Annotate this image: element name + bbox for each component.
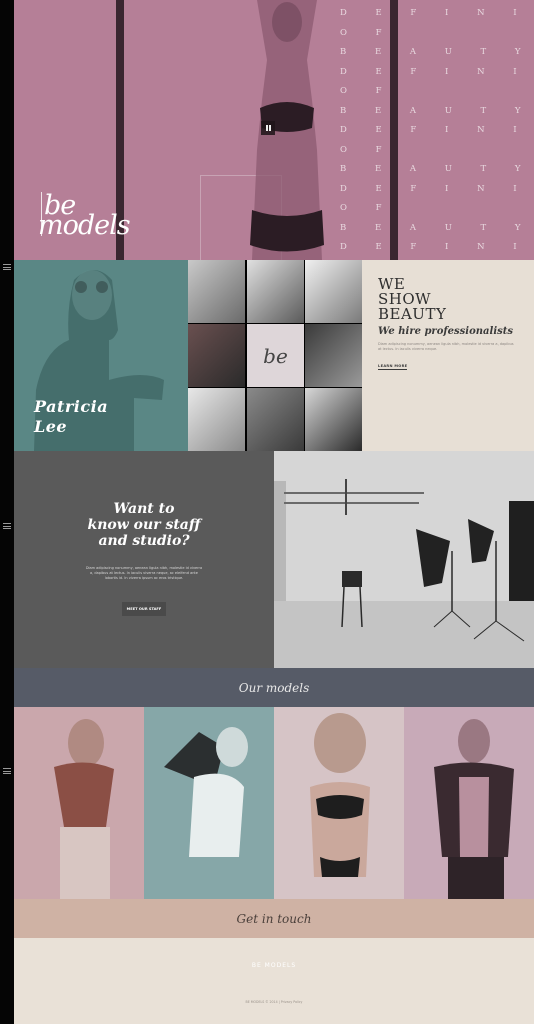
staff-title-line-3: and studio? bbox=[98, 533, 190, 549]
learn-more-link[interactable]: LEARN MORE bbox=[378, 364, 408, 370]
model-thumbnail[interactable] bbox=[305, 388, 362, 451]
brand-tile: be bbox=[247, 324, 304, 387]
staff-section: Want to know our staff and studio? Diam … bbox=[14, 451, 274, 668]
intro-subtitle: We hire professionalists bbox=[378, 326, 513, 337]
staff-title-line-1: Want to bbox=[113, 501, 175, 517]
beauty-text-row: B E A U T Y bbox=[340, 47, 534, 57]
model-photo bbox=[310, 713, 370, 877]
intro-text: Diam adipiscing nonummy, aenean ligula n… bbox=[378, 342, 514, 351]
beauty-text-row: O F bbox=[340, 203, 395, 213]
model-card[interactable] bbox=[144, 707, 274, 899]
side-menu-bar bbox=[0, 0, 14, 1024]
intro-title: WE SHOW BEAUTY bbox=[378, 277, 518, 322]
beauty-text-row: D E F I N I T I O N bbox=[340, 66, 534, 77]
logo-line-2: models bbox=[38, 210, 131, 241]
model-thumbnail[interactable] bbox=[247, 260, 304, 323]
menu-icon[interactable] bbox=[3, 264, 11, 270]
studio-photo bbox=[274, 451, 534, 668]
pause-button[interactable] bbox=[261, 121, 275, 135]
beauty-text-row: D E F I N I T I O N bbox=[340, 242, 534, 252]
meet-our-staff-button[interactable]: MEET OUR STAFF bbox=[122, 602, 166, 616]
hero-model-photo bbox=[250, 0, 324, 260]
menu-icon[interactable] bbox=[3, 523, 11, 529]
model-photo bbox=[434, 719, 514, 899]
beauty-text-row: B E A U T Y bbox=[340, 164, 534, 174]
model-thumbnail[interactable] bbox=[188, 260, 245, 323]
model-thumbnail[interactable] bbox=[305, 260, 362, 323]
title-line-3: BEAUTY bbox=[378, 305, 447, 323]
model-card[interactable] bbox=[274, 707, 404, 899]
site-logo[interactable]: be models bbox=[38, 192, 131, 241]
model-card[interactable] bbox=[14, 707, 144, 899]
hero-section: D E F I N I T I O N O F B E A U T Y D E F I… bbox=[14, 0, 534, 261]
model-photo bbox=[164, 727, 248, 857]
model-thumbnail[interactable] bbox=[305, 324, 362, 387]
featured-model[interactable]: Patricia Lee bbox=[14, 260, 188, 451]
beauty-text-row: O F bbox=[340, 86, 395, 96]
model-thumbnail[interactable] bbox=[188, 324, 245, 387]
model-thumbnail[interactable] bbox=[188, 388, 245, 451]
beauty-text-row: D E F I N I T I O N bbox=[340, 8, 534, 18]
beauty-text-row: O F bbox=[340, 27, 395, 38]
footer: BE MODELS BE MODELS © 2014 | Privacy Pol… bbox=[14, 938, 534, 1024]
beauty-text-row: B E A U T Y bbox=[340, 105, 534, 116]
our-models-heading: Our models bbox=[14, 668, 534, 707]
featured-model-name: Patricia Lee bbox=[34, 397, 108, 437]
staff-title: Want to know our staff and studio? bbox=[14, 501, 274, 549]
footer-copyright: BE MODELS © 2014 | Privacy Policy bbox=[245, 1000, 303, 1004]
model-card[interactable] bbox=[404, 707, 534, 899]
beauty-text-row: O F bbox=[340, 144, 395, 155]
model-thumbnail-grid: be bbox=[188, 260, 362, 451]
beauty-text-row: D E F I N I T I O N bbox=[340, 125, 534, 135]
page: D E F I N I T I O N O F B E A U T Y D E F I… bbox=[14, 0, 534, 1024]
beauty-text-row: B E A U T Y bbox=[340, 222, 534, 233]
brand-tile-logo: be bbox=[263, 343, 288, 368]
staff-title-line-2: know our staff bbox=[87, 517, 201, 533]
beauty-text-pattern: D E F I N I T I O N O F B E A U T Y D E F I… bbox=[340, 4, 534, 258]
model-thumbnail[interactable] bbox=[247, 388, 304, 451]
model-photo bbox=[54, 719, 114, 899]
menu-icon[interactable] bbox=[3, 768, 11, 774]
beauty-text-row: D E F I N I T I O N bbox=[340, 183, 534, 194]
studio-illustration bbox=[274, 451, 534, 668]
get-in-touch-heading: Get in touch bbox=[14, 899, 534, 938]
footer-logo[interactable]: BE MODELS bbox=[14, 962, 534, 969]
staff-text: Diam adipiscing nonummy, aenean ligula n… bbox=[85, 566, 203, 580]
name-line-1: Patricia bbox=[34, 397, 109, 416]
intro-panel: WE SHOW BEAUTY We hire professionalists … bbox=[362, 260, 534, 451]
name-line-2: Lee bbox=[34, 417, 68, 436]
